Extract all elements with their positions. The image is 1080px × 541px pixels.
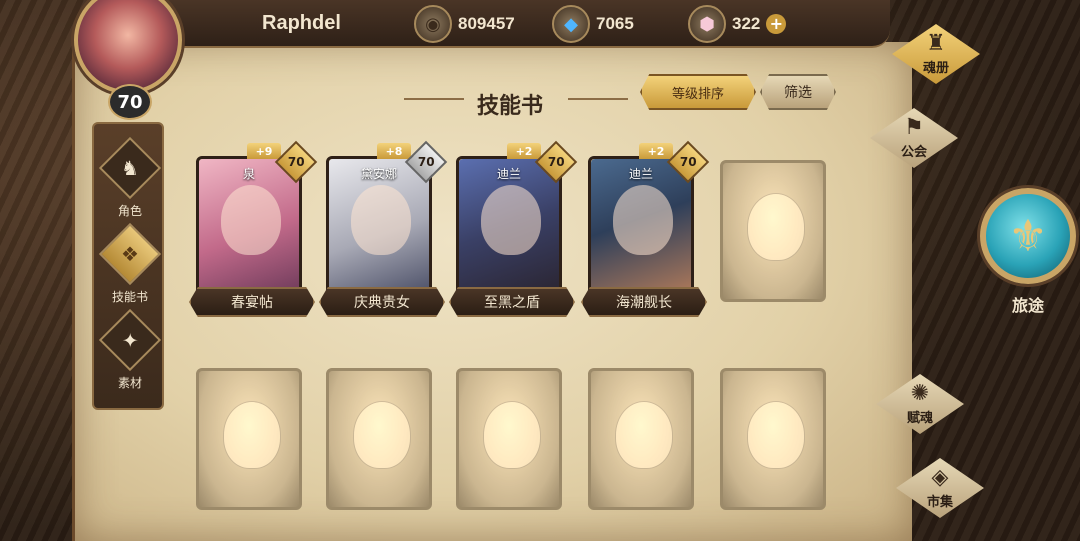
card-plus-badge: +8 <box>377 143 411 159</box>
sidebar-item-character[interactable]: ♞ 角色 <box>94 136 166 220</box>
market-gem-icon: ◈ <box>931 464 949 490</box>
player-level-badge: 70 <box>108 84 152 120</box>
locked-skillbook-card[interactable] <box>326 368 432 510</box>
player-name: Raphdel <box>262 12 341 34</box>
card-plus-badge: +2 <box>507 143 541 159</box>
nav-label: 市集 <box>926 494 953 510</box>
locked-skillbook-card[interactable] <box>456 368 562 510</box>
pink-gem-icon: ⬢ <box>688 5 726 43</box>
locked-skillbook-card[interactable] <box>720 160 826 302</box>
locked-skillbook-card[interactable] <box>196 368 302 510</box>
sidebar-item-material[interactable]: ✦ 素材 <box>94 308 166 392</box>
gold-value: 809457 <box>458 14 515 33</box>
gold-currency: ◉ 809457 <box>414 5 515 43</box>
skillbook-card[interactable]: 黛安娜 +8 70 庆典贵女 <box>319 140 448 317</box>
sidebar-item-label: 技能书 <box>111 290 148 304</box>
nav-label: 旅途 <box>1011 296 1044 315</box>
crystal-value: 7065 <box>596 14 634 33</box>
journey-emblem-icon: ⚜ <box>980 188 1076 284</box>
card-book-name: 至黑之盾 <box>449 287 575 317</box>
card-book-name: 春宴帖 <box>189 287 315 317</box>
skillbook-card[interactable]: 泉 +9 70 春宴帖 <box>189 140 318 317</box>
add-gem-button[interactable]: + <box>766 14 787 34</box>
character-icon: ♞ <box>98 136 162 200</box>
blue-crystal-icon: ◆ <box>552 5 590 43</box>
card-plus-badge: +2 <box>639 143 673 159</box>
skillbook-card[interactable]: 迪兰 +2 70 至黑之盾 <box>449 140 578 317</box>
player-avatar[interactable]: 70 <box>62 0 194 120</box>
card-plus-badge: +9 <box>247 143 281 159</box>
sidebar-item-label: 素材 <box>117 376 142 390</box>
sidebar-item-skillbook[interactable]: ❖ 技能书 <box>94 222 166 306</box>
skillbook-card[interactable]: 迪兰 +2 70 海潮舰长 <box>581 140 710 317</box>
soulbook-icon: ♜ <box>926 30 946 56</box>
filter-button[interactable]: 筛选 <box>760 74 836 110</box>
nav-label: 赋魂 <box>906 410 933 426</box>
nav-journey[interactable]: ⚜ 旅途 <box>980 188 1076 322</box>
crystal-currency: ◆ 7065 <box>552 5 634 43</box>
material-icon: ✦ <box>98 308 162 372</box>
swirl-icon: ✺ <box>910 380 930 406</box>
card-book-name: 庆典贵女 <box>319 287 445 317</box>
title-ornament-right <box>568 98 628 106</box>
left-sidebar: ♞ 角色 ❖ 技能书 ✦ 素材 <box>92 122 164 410</box>
sidebar-item-label: 角色 <box>117 204 142 218</box>
sort-by-level-button[interactable]: 等级排序 <box>640 74 756 110</box>
locked-skillbook-card[interactable] <box>588 368 694 510</box>
gem-value: 322 <box>732 14 761 33</box>
nav-label: 魂册 <box>922 60 949 76</box>
locked-skillbook-card[interactable] <box>720 368 826 510</box>
gold-coin-icon: ◉ <box>414 5 452 43</box>
avatar-portrait <box>74 0 182 94</box>
guild-icon: ⚑ <box>904 114 924 140</box>
gem-currency: ⬢ 322 + <box>688 5 787 43</box>
card-book-name: 海潮舰长 <box>581 287 707 317</box>
skillbook-icon: ❖ <box>98 222 162 286</box>
nav-label: 公会 <box>900 144 927 160</box>
